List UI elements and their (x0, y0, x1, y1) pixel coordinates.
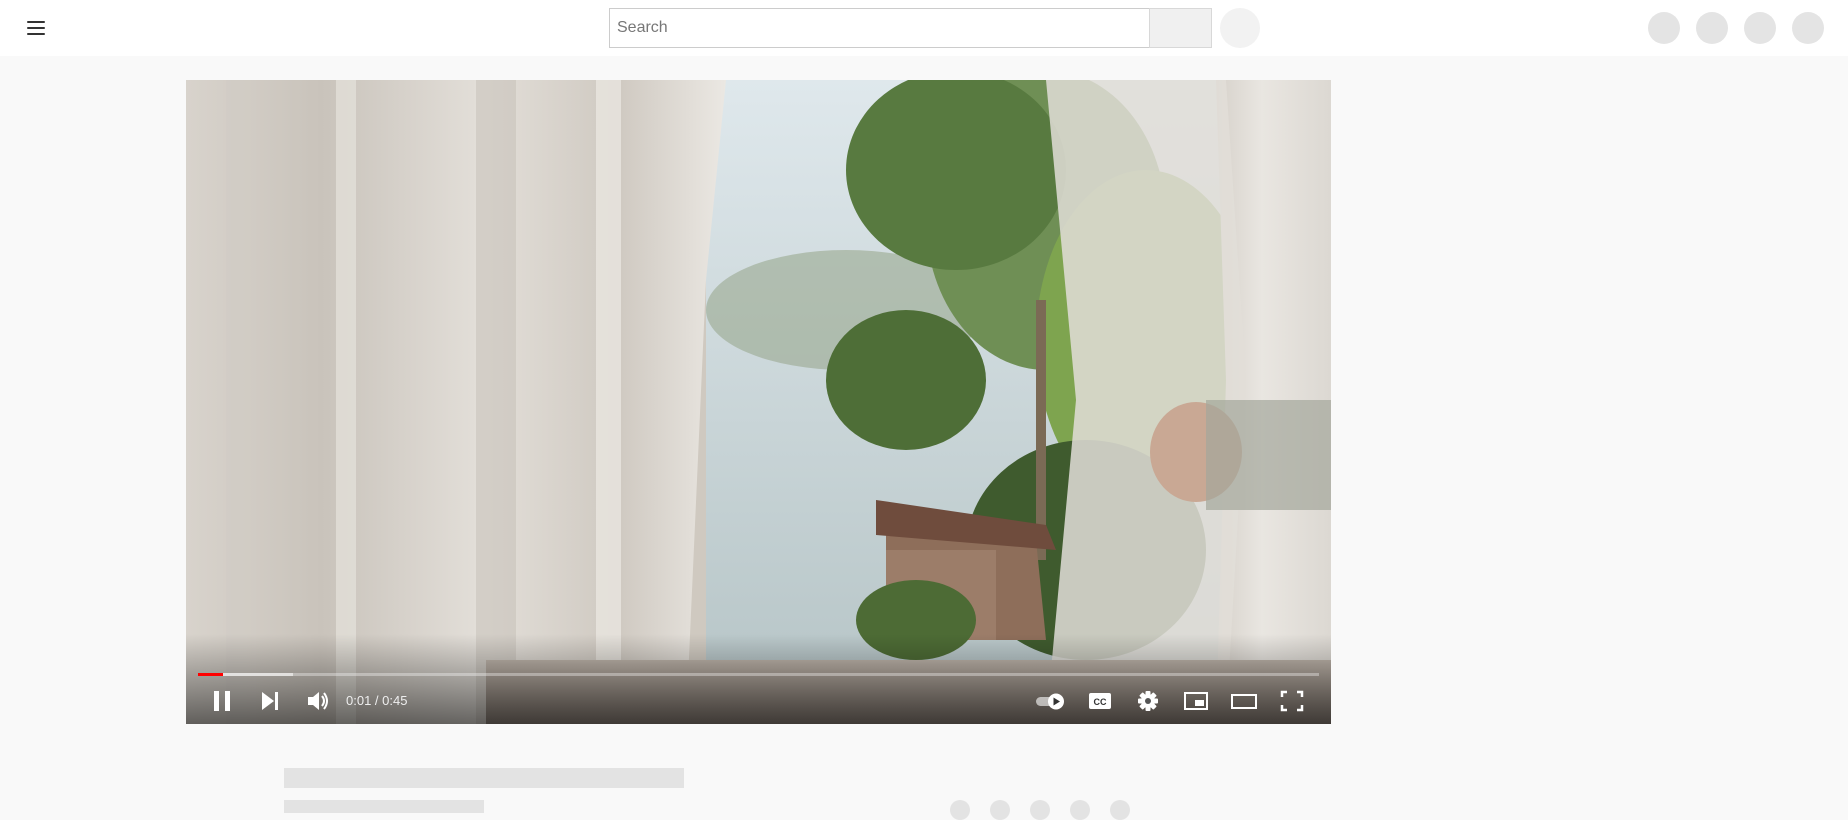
masthead (0, 0, 1848, 56)
action-placeholder (990, 800, 1010, 820)
miniplayer-button[interactable] (1176, 681, 1216, 721)
time-display: 0:01 / 0:45 (346, 693, 407, 708)
time-current: 0:01 (346, 693, 372, 708)
search-input[interactable] (610, 9, 1149, 47)
action-placeholder (1030, 800, 1050, 820)
autoplay-toggle[interactable] (1032, 681, 1072, 721)
settings-button[interactable] (1128, 681, 1168, 721)
apps-button[interactable] (1696, 12, 1728, 44)
voice-search-button[interactable] (1220, 8, 1260, 48)
action-placeholder (1070, 800, 1090, 820)
gear-icon (1138, 691, 1158, 711)
fullscreen-button[interactable] (1272, 681, 1312, 721)
search-button[interactable] (1149, 8, 1212, 48)
create-button[interactable] (1648, 12, 1680, 44)
autoplay-toggle-icon (1036, 693, 1064, 710)
avatar[interactable] (1792, 12, 1824, 44)
next-button[interactable] (250, 681, 290, 721)
video-frame (186, 80, 1331, 724)
action-placeholder (1110, 800, 1130, 820)
progress-played (198, 673, 223, 676)
pause-icon (214, 691, 230, 711)
time-total: 0:45 (382, 693, 408, 708)
next-icon (262, 692, 278, 710)
volume-button[interactable] (298, 681, 338, 721)
action-placeholder (950, 800, 970, 820)
hamburger-menu-icon[interactable] (20, 14, 52, 42)
subtitles-button[interactable]: CC (1080, 681, 1120, 721)
title-placeholder (284, 768, 684, 788)
search-box (609, 8, 1150, 48)
svg-text:CC: CC (1094, 697, 1107, 707)
cc-icon: CC (1089, 693, 1111, 709)
volume-icon (308, 692, 328, 710)
fullscreen-icon (1280, 690, 1304, 712)
time-separator: / (371, 693, 383, 708)
miniplayer-icon (1184, 692, 1208, 710)
subtitle-placeholder (284, 800, 484, 813)
pause-button[interactable] (202, 681, 242, 721)
video-player[interactable]: 0:01 / 0:45 CC (186, 80, 1331, 724)
theater-mode-icon (1231, 694, 1257, 709)
notifications-button[interactable] (1744, 12, 1776, 44)
progress-bar[interactable] (198, 673, 1319, 676)
theater-mode-button[interactable] (1224, 681, 1264, 721)
